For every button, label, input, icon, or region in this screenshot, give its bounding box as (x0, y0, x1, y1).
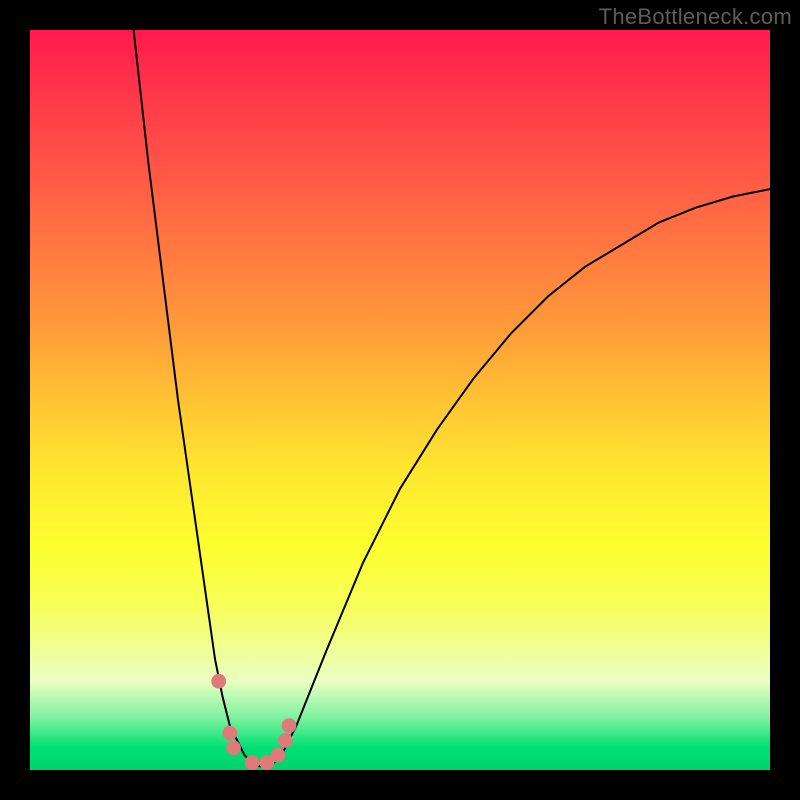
valley-marker (211, 674, 226, 689)
valley-marker (278, 733, 293, 748)
curve-right-branch (282, 189, 770, 755)
valley-marker (222, 726, 237, 741)
valley-markers (211, 674, 296, 770)
curve-left-branch (134, 30, 245, 755)
valley-marker (245, 755, 260, 770)
curve-svg (30, 30, 770, 770)
valley-marker (282, 718, 297, 733)
valley-marker (271, 748, 286, 763)
watermark-text: TheBottleneck.com (599, 4, 792, 30)
chart-frame: TheBottleneck.com (0, 0, 800, 800)
plot-area (30, 30, 770, 770)
valley-marker (226, 740, 241, 755)
